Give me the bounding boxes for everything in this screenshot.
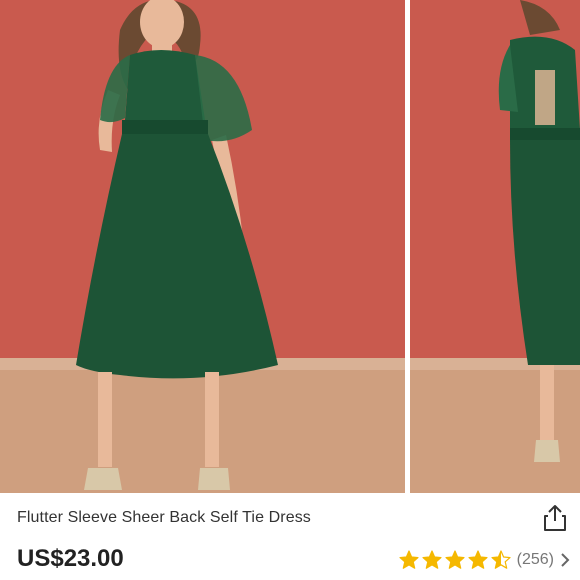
product-photo-back[interactable] bbox=[410, 0, 580, 493]
star-icon bbox=[491, 550, 511, 569]
rating-reviews-link[interactable]: (256) bbox=[399, 549, 570, 571]
product-title: Flutter Sleeve Sheer Back Self Tie Dress bbox=[17, 509, 311, 526]
product-price: US$23.00 bbox=[17, 545, 124, 572]
chevron-right-icon bbox=[561, 553, 570, 567]
share-button[interactable] bbox=[538, 501, 572, 535]
share-icon bbox=[544, 505, 566, 531]
product-photo-front[interactable] bbox=[0, 0, 405, 493]
star-icon bbox=[399, 550, 419, 569]
rating-stars bbox=[399, 550, 514, 570]
product-info-panel: Flutter Sleeve Sheer Back Self Tie Dress… bbox=[0, 493, 580, 580]
review-count: (256) bbox=[516, 551, 554, 568]
star-icon bbox=[422, 550, 442, 569]
star-icon bbox=[445, 550, 465, 569]
image-gallery[interactable] bbox=[0, 0, 580, 493]
star-icon bbox=[468, 550, 488, 569]
